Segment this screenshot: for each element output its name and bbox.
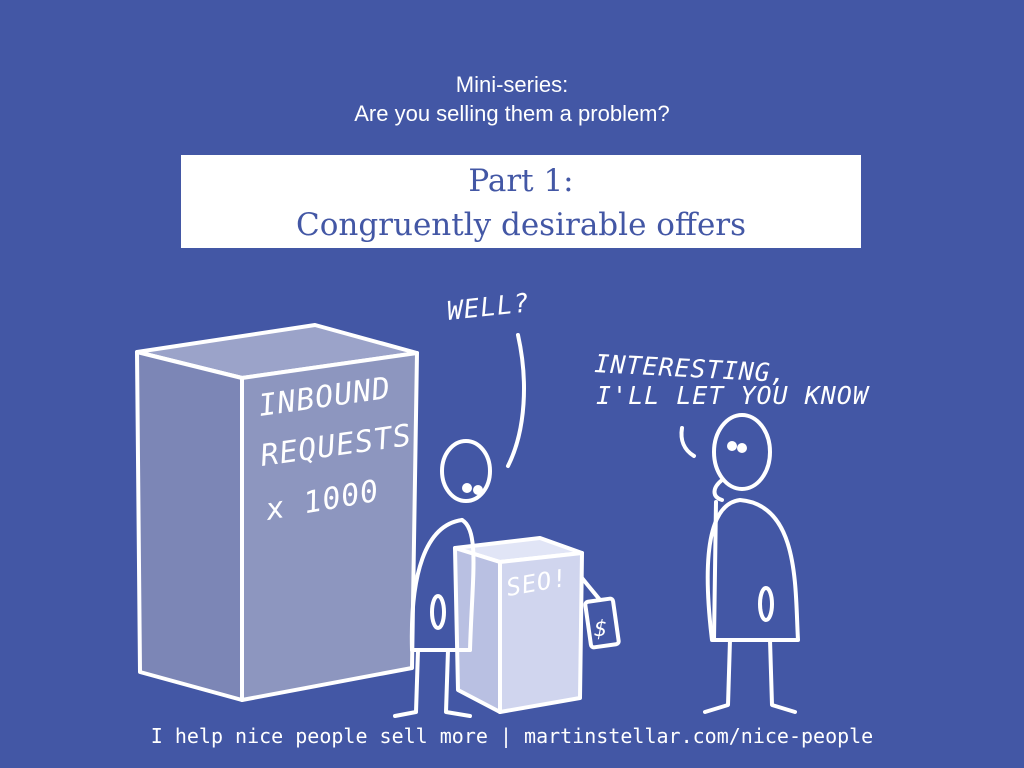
right-person [703,413,800,714]
price-tag-symbol: $ [594,617,608,642]
cartoon-illustration: INBOUND REQUESTS x 1000 SEO! $ WELL? INT… [135,288,870,718]
speech-left-text: WELL? [446,288,532,327]
speech-line-left [506,333,526,468]
speech-right-line-2: I'LL LET YOU KNOW [596,381,870,410]
speech-line-right [679,426,696,458]
footer-tagline: I help nice people sell more | martinste… [150,724,874,748]
